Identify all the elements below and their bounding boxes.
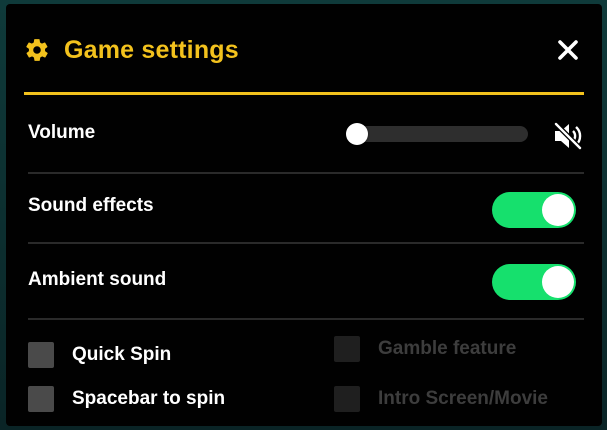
sound-effects-label: Sound effects	[28, 195, 154, 216]
spacebar-to-spin-option[interactable]: Spacebar to spin	[28, 386, 225, 412]
gamble-feature-option: Gamble feature	[334, 336, 516, 362]
ambient-sound-toggle[interactable]	[492, 264, 576, 300]
speaker-muted-icon[interactable]	[552, 121, 584, 151]
intro-screen-label: Intro Screen/Movie	[378, 388, 548, 409]
volume-label: Volume	[28, 122, 96, 143]
close-icon	[558, 40, 578, 60]
toggle-knob	[542, 194, 574, 226]
volume-slider[interactable]	[346, 123, 528, 145]
quick-spin-label: Quick Spin	[72, 344, 172, 365]
divider	[28, 242, 584, 244]
intro-screen-option: Intro Screen/Movie	[334, 386, 548, 412]
ambient-sound-label: Ambient sound	[28, 269, 167, 290]
quick-spin-checkbox[interactable]	[28, 342, 54, 368]
close-button[interactable]	[552, 34, 584, 66]
intro-screen-checkbox	[334, 386, 360, 412]
volume-slider-thumb[interactable]	[346, 123, 368, 145]
gear-icon	[24, 37, 50, 63]
title-underline	[24, 92, 584, 95]
quick-spin-option[interactable]: Quick Spin	[28, 342, 171, 368]
gamble-feature-checkbox	[334, 336, 360, 362]
spacebar-to-spin-label: Spacebar to spin	[72, 388, 226, 409]
panel-title: Game settings	[64, 35, 239, 64]
toggle-knob	[542, 266, 574, 298]
settings-panel: Game settings Volume Sound effects Ambie…	[6, 4, 602, 426]
gamble-feature-label: Gamble feature	[378, 338, 517, 359]
panel-header: Game settings	[24, 30, 584, 70]
divider	[28, 172, 584, 174]
divider	[28, 318, 584, 320]
spacebar-to-spin-checkbox[interactable]	[28, 386, 54, 412]
sound-effects-toggle[interactable]	[492, 192, 576, 228]
